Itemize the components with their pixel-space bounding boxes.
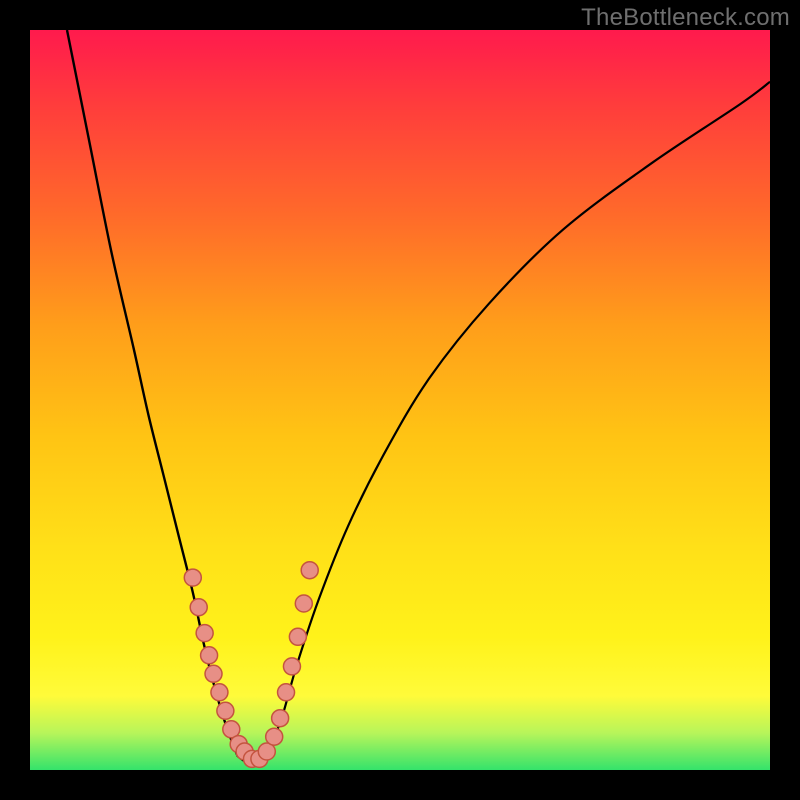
- highlight-dot: [201, 647, 218, 664]
- highlight-dot: [289, 628, 306, 645]
- highlight-dot: [278, 684, 295, 701]
- highlight-dot: [283, 658, 300, 675]
- highlight-dot: [258, 743, 275, 760]
- highlight-dot: [244, 750, 261, 767]
- highlight-dot: [223, 721, 240, 738]
- highlight-dot: [190, 599, 207, 616]
- chart-frame: TheBottleneck.com: [0, 0, 800, 800]
- highlight-dots-group: [184, 562, 318, 768]
- highlight-dot: [196, 625, 213, 642]
- highlight-dot: [301, 562, 318, 579]
- highlight-dot: [205, 665, 222, 682]
- curve-left-branch: [67, 30, 237, 755]
- highlight-dot: [184, 569, 201, 586]
- highlight-dot: [251, 750, 268, 767]
- highlight-dot: [272, 710, 289, 727]
- highlight-dot: [236, 743, 253, 760]
- highlight-dot: [211, 684, 228, 701]
- highlight-dot: [230, 736, 247, 753]
- chart-overlay-svg: [30, 30, 770, 770]
- curve-right-branch: [267, 82, 770, 755]
- highlight-dot: [217, 702, 234, 719]
- highlight-dot: [295, 595, 312, 612]
- highlight-dot: [266, 728, 283, 745]
- curve-valley-floor: [237, 755, 267, 763]
- chart-plot-area: [30, 30, 770, 770]
- watermark-text: TheBottleneck.com: [581, 4, 790, 32]
